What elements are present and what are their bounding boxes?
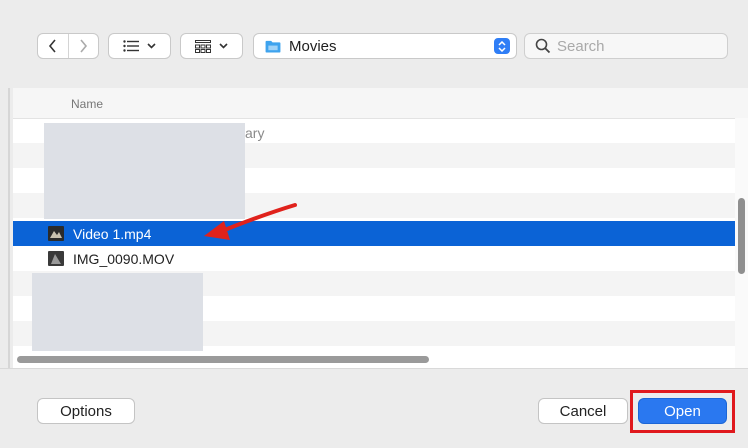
- file-row-img-0090[interactable]: IMG_0090.MOV: [13, 246, 735, 271]
- toolbar: Movies: [0, 0, 748, 88]
- file-browser: Name ary Video 1.mp4 IMG_0090.MOV: [13, 88, 748, 368]
- chevron-down-icon: [219, 43, 228, 49]
- folder-icon: [265, 40, 281, 53]
- view-mode-button[interactable]: [109, 34, 170, 58]
- chevron-down-icon: [147, 43, 156, 49]
- up-down-chevron-icon: [494, 38, 510, 54]
- forward-button[interactable]: [67, 34, 99, 58]
- video-thumbnail-icon: [48, 251, 64, 266]
- options-button[interactable]: Options: [37, 398, 135, 424]
- redacted-region: [32, 273, 203, 351]
- chevron-right-icon: [80, 39, 88, 53]
- video-thumbnail-icon: [48, 226, 64, 241]
- file-name: IMG_0090.MOV: [73, 250, 175, 267]
- file-name: Video 1.mp4: [73, 225, 152, 242]
- folder-location-popup[interactable]: Movies: [253, 33, 517, 59]
- group-button[interactable]: [181, 34, 242, 58]
- redacted-region: [44, 123, 245, 219]
- view-mode-popup[interactable]: [108, 33, 171, 59]
- search-input[interactable]: [557, 37, 717, 55]
- highlight-annotation-box: [630, 390, 735, 433]
- column-name-label: Name: [71, 97, 104, 111]
- vertical-scroll-thumb[interactable]: [738, 198, 745, 274]
- horizontal-scroll-thumb[interactable]: [17, 356, 429, 363]
- column-header[interactable]: Name: [13, 88, 748, 119]
- cancel-button[interactable]: Cancel: [538, 398, 628, 424]
- grid-icon: [195, 39, 211, 53]
- chevron-left-icon: [48, 39, 56, 53]
- list-icon: [123, 40, 139, 52]
- partially-hidden-item-label: ary: [245, 125, 265, 141]
- folder-name: Movies: [289, 37, 337, 55]
- group-popup[interactable]: [180, 33, 243, 59]
- back-button[interactable]: [38, 34, 68, 58]
- history-nav: [37, 33, 99, 59]
- search-field[interactable]: [524, 33, 728, 59]
- file-row-video-1[interactable]: Video 1.mp4: [13, 221, 735, 246]
- search-icon: [535, 38, 551, 54]
